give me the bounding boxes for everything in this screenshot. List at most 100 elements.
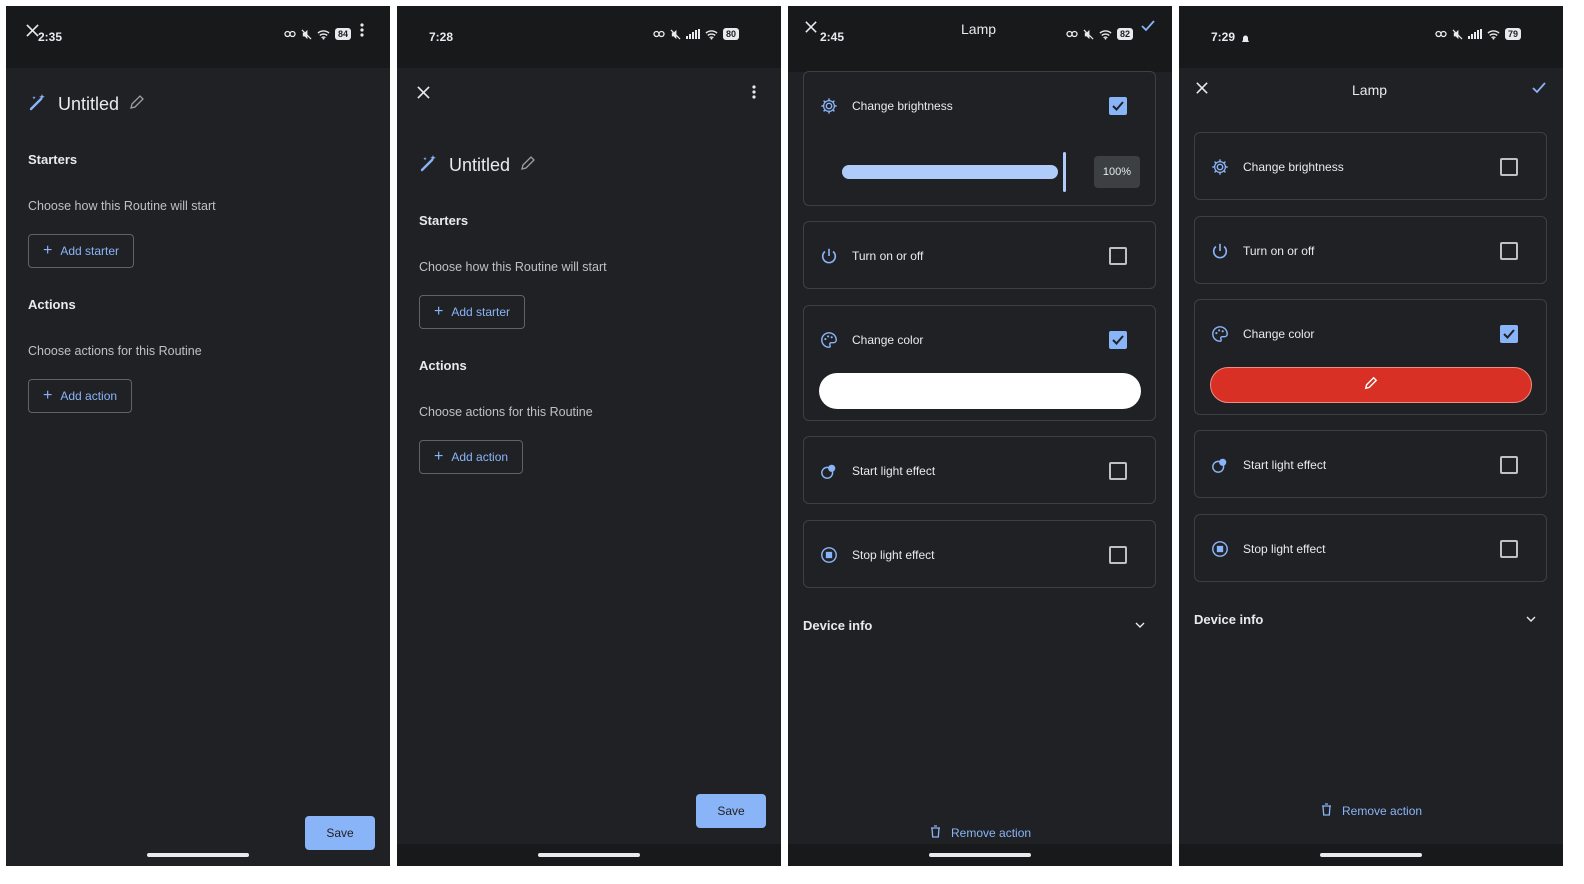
action-label: Stop light effect	[852, 548, 935, 562]
add-starter-button[interactable]: + Add starter	[419, 295, 526, 329]
color-picker-button[interactable]	[819, 373, 1141, 409]
plus-icon: +	[434, 448, 444, 465]
checkbox-unchecked[interactable]	[1500, 456, 1518, 474]
actions-subtitle: Choose actions for this Routine	[419, 405, 593, 419]
checkbox-unchecked[interactable]	[1109, 247, 1127, 265]
chevron-down-icon[interactable]	[1133, 618, 1147, 632]
more-options-icon[interactable]	[358, 22, 366, 38]
mute-icon	[301, 28, 312, 40]
link-icon	[653, 30, 665, 38]
action-label: Turn on or off	[852, 249, 924, 263]
plus-icon: +	[43, 242, 53, 259]
status-icons: 79	[1435, 28, 1522, 40]
wifi-icon	[1099, 29, 1112, 40]
checkbox-checked[interactable]	[1109, 97, 1127, 115]
more-options-icon[interactable]	[750, 84, 758, 100]
action-card-change-brightness[interactable]: Change brightness	[1194, 132, 1547, 200]
home-indicator[interactable]	[1320, 853, 1422, 857]
routine-title-row[interactable]: Untitled	[28, 92, 145, 117]
status-time: 7:28	[429, 30, 454, 44]
action-card-change-brightness[interactable]: Change brightness 100%	[803, 71, 1156, 206]
brightness-slider-thumb[interactable]	[1063, 152, 1066, 192]
palette-icon	[1210, 324, 1230, 344]
close-icon[interactable]	[804, 20, 818, 34]
status-time: 7:29	[1211, 30, 1236, 44]
action-label: Stop light effect	[1243, 542, 1326, 556]
home-indicator[interactable]	[147, 853, 249, 857]
light-effect-icon	[819, 461, 839, 481]
edit-pencil-icon	[1364, 376, 1378, 395]
add-action-button[interactable]: + Add action	[419, 440, 524, 474]
brightness-percent: 100%	[1094, 156, 1140, 188]
remove-action-button[interactable]: Remove action	[930, 825, 1031, 841]
checkbox-unchecked[interactable]	[1109, 462, 1127, 480]
screen-lamp-actions-2: 7:29 79 Lamp Change brightness Turn on o…	[1179, 6, 1563, 866]
add-action-button[interactable]: + Add action	[28, 379, 133, 413]
action-label: Change brightness	[852, 99, 953, 113]
action-card-turn-on-off[interactable]: Turn on or off	[1194, 216, 1547, 284]
starters-heading: Starters	[419, 213, 469, 228]
save-button[interactable]: Save	[305, 816, 375, 850]
status-time: 2:45	[820, 30, 845, 44]
edit-pencil-icon[interactable]	[520, 155, 536, 176]
trash-icon	[930, 825, 941, 841]
routine-title-row[interactable]: Untitled	[419, 153, 536, 178]
link-icon	[1435, 30, 1447, 38]
action-label: Change color	[1243, 327, 1315, 341]
starters-heading: Starters	[28, 152, 78, 167]
home-indicator[interactable]	[538, 853, 640, 857]
action-card-stop-light-effect[interactable]: Stop light effect	[803, 520, 1156, 588]
action-card-start-light-effect[interactable]: Start light effect	[1194, 430, 1547, 498]
save-button[interactable]: Save	[696, 794, 766, 828]
action-card-change-color[interactable]: Change color	[1194, 299, 1547, 415]
home-indicator[interactable]	[929, 853, 1031, 857]
checkbox-unchecked[interactable]	[1500, 540, 1518, 558]
wifi-icon	[705, 29, 718, 40]
routine-title: Untitled	[449, 155, 511, 175]
add-starter-button[interactable]: + Add starter	[28, 234, 135, 268]
screen-routine-editor-1: 2:35 84 Untitled Starters Choose how thi…	[6, 6, 390, 866]
plus-icon: +	[43, 387, 53, 404]
remove-action-button[interactable]: Remove action	[1321, 803, 1422, 819]
checkbox-unchecked[interactable]	[1500, 158, 1518, 176]
checkbox-unchecked[interactable]	[1109, 546, 1127, 564]
checkbox-checked[interactable]	[1109, 331, 1127, 349]
device-info-heading[interactable]: Device info	[1194, 612, 1263, 627]
trash-icon	[1321, 803, 1332, 819]
link-icon	[1066, 30, 1078, 38]
status-time: 2:35	[38, 30, 63, 44]
action-card-change-color[interactable]: Change color	[803, 305, 1156, 421]
close-icon[interactable]	[415, 84, 431, 100]
battery-indicator: 79	[1505, 28, 1522, 40]
page-title: Lamp	[1352, 82, 1388, 98]
chevron-down-icon[interactable]	[1524, 612, 1538, 626]
battery-indicator: 84	[335, 28, 352, 40]
checkbox-checked[interactable]	[1500, 325, 1518, 343]
magic-wand-icon	[419, 153, 439, 178]
status-bar: 2:35 84	[6, 6, 390, 68]
mute-icon	[1083, 28, 1094, 40]
action-card-turn-on-off[interactable]: Turn on or off	[803, 221, 1156, 289]
add-starter-label: Add starter	[451, 305, 511, 319]
brightness-slider-track[interactable]	[842, 165, 1058, 179]
close-icon[interactable]	[1194, 80, 1210, 96]
mute-icon	[1452, 28, 1463, 40]
status-icons: 82	[1066, 28, 1134, 40]
remove-action-label: Remove action	[951, 826, 1032, 840]
magic-wand-icon	[28, 92, 48, 117]
power-icon	[1210, 241, 1230, 261]
edit-pencil-icon[interactable]	[129, 94, 145, 115]
action-card-stop-light-effect[interactable]: Stop light effect	[1194, 514, 1547, 582]
confirm-check-icon[interactable]	[1140, 18, 1156, 34]
add-action-label: Add action	[451, 450, 509, 464]
link-icon	[284, 30, 296, 38]
status-bar: 2:45 Lamp 82	[788, 6, 1172, 68]
confirm-check-icon[interactable]	[1531, 80, 1547, 96]
color-picker-button[interactable]	[1210, 367, 1532, 403]
status-bar: 7:29 79	[1179, 6, 1563, 68]
remove-action-label: Remove action	[1342, 804, 1423, 818]
wifi-icon	[1487, 29, 1500, 40]
checkbox-unchecked[interactable]	[1500, 242, 1518, 260]
action-card-start-light-effect[interactable]: Start light effect	[803, 436, 1156, 504]
device-info-heading[interactable]: Device info	[803, 618, 872, 633]
